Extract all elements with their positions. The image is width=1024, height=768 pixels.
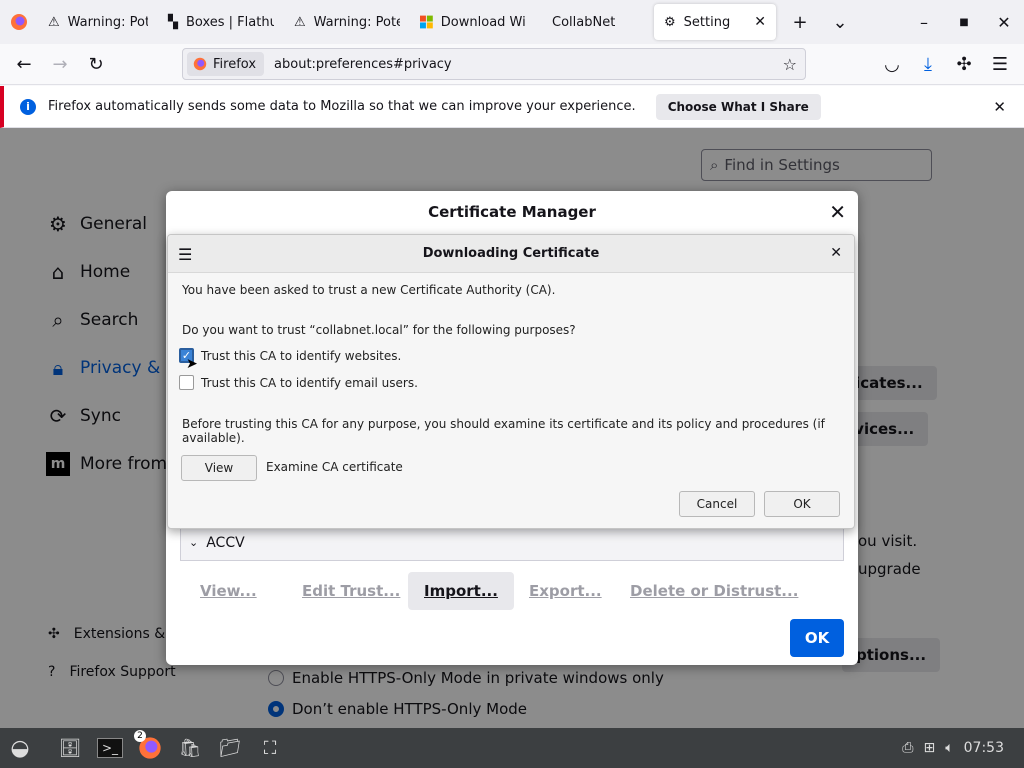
screenshot-button[interactable]: ⛶: [250, 728, 290, 768]
pocket-button[interactable]: ◡: [874, 46, 910, 82]
puzzle-icon: ✣: [956, 53, 972, 75]
window-count-badge: 2: [134, 730, 146, 742]
terminal-button[interactable]: >_: [90, 728, 130, 768]
archive-manager-button[interactable]: 📁︎: [210, 728, 250, 768]
minimize-icon: –: [920, 12, 928, 32]
list-all-tabs-button[interactable]: ⌄: [822, 4, 858, 40]
view-button[interactable]: View...: [184, 572, 273, 610]
tab-flathub[interactable]: ▚ Boxes | Flathu: [158, 0, 284, 44]
trust-email-option[interactable]: Trust this CA to identify email users.: [179, 375, 418, 390]
import-button[interactable]: Import...: [408, 572, 514, 610]
network-icon[interactable]: ⊞: [924, 740, 936, 756]
file-manager-button[interactable]: 🗄︎: [50, 728, 90, 768]
chevron-down-icon: ⌄: [832, 11, 848, 33]
screenshot-frame-icon: ⛶: [263, 737, 277, 759]
dialog-title: Certificate Manager: [428, 203, 596, 221]
hamburger-menu-icon: ☰: [991, 53, 1009, 75]
bookmark-star-icon[interactable]: ☆: [783, 55, 797, 74]
arrow-right-icon: →: [52, 53, 68, 75]
firefox-logo-icon: [193, 57, 207, 71]
app-menu-button[interactable]: ☰: [982, 46, 1018, 82]
tab-warning-1[interactable]: ⚠ Warning: Pote: [38, 0, 158, 44]
firefox-view-button[interactable]: [0, 0, 38, 44]
data-collection-notification: i Firefox automatically sends some data …: [0, 86, 1024, 128]
trust-websites-option[interactable]: ✓ Trust this CA to identify websites.: [179, 348, 401, 363]
taskbar: ◒ 🗄︎ >_ 2 🛍︎ 📁︎ ⛶ ⎙ ⊞ 🔈︎ 07:53: [0, 728, 1024, 768]
downloading-certificate-dialog: ☰ Downloading Certificate ✕ You have bee…: [167, 234, 855, 529]
dialog-titlebar: ☰ Downloading Certificate ✕: [168, 235, 854, 273]
advice-text: Before trusting this CA for any purpose,…: [182, 417, 825, 445]
new-tab-button[interactable]: +: [782, 4, 818, 40]
tree-row[interactable]: ⌄ ACCV: [180, 525, 844, 561]
url-text[interactable]: about:preferences#privacy: [274, 57, 452, 72]
close-icon: ✕: [997, 12, 1011, 32]
tab-download-windows[interactable]: Download Win: [410, 0, 536, 44]
download-icon: ⤓: [924, 53, 932, 75]
terminal-icon: >_: [96, 738, 124, 758]
warning-icon: ⚠: [294, 14, 306, 30]
dialog-title: Downloading Certificate: [422, 246, 600, 261]
arrow-left-icon: ←: [16, 53, 32, 75]
close-icon[interactable]: ✕: [829, 200, 846, 224]
trust-email-checkbox[interactable]: [179, 375, 194, 390]
info-icon: i: [20, 98, 36, 115]
chevron-down-icon: ⌄: [189, 536, 199, 549]
flathub-icon: ▚: [168, 14, 178, 30]
tab-settings[interactable]: ⚙ Settings ✕: [654, 4, 776, 40]
tab-collabnet[interactable]: CollabNet: [536, 0, 654, 44]
software-store-button[interactable]: 🛍︎: [170, 728, 210, 768]
navigation-toolbar: ← → ↻ Firefox about:preferences#privacy …: [0, 44, 1024, 85]
close-window-button[interactable]: ✕: [984, 0, 1024, 44]
cancel-button[interactable]: Cancel: [679, 491, 755, 517]
store-bag-icon: 🛍︎: [178, 737, 202, 759]
mouse-cursor-icon: ➤: [186, 356, 198, 372]
ok-button[interactable]: OK: [764, 491, 840, 517]
printer-icon[interactable]: ⎙: [902, 740, 913, 756]
delete-or-distrust-button[interactable]: Delete or Distrust...: [614, 572, 814, 610]
windows-logo-icon: [420, 15, 433, 29]
examine-ca-label: Examine CA certificate: [266, 460, 403, 474]
notification-message: Firefox automatically sends some data to…: [48, 99, 636, 114]
intro-text: You have been asked to trust a new Certi…: [182, 283, 556, 297]
close-icon[interactable]: ✕: [830, 245, 842, 261]
identity-box[interactable]: Firefox: [187, 52, 265, 76]
choose-what-i-share-button[interactable]: Choose What I Share: [655, 93, 821, 120]
volume-icon[interactable]: 🔈︎: [945, 740, 953, 756]
view-certificate-button[interactable]: View: [181, 455, 257, 481]
ok-button[interactable]: OK: [790, 619, 844, 657]
archive-icon: 📁︎: [218, 737, 242, 759]
downloads-button[interactable]: ⤓: [910, 46, 946, 82]
clock[interactable]: 07:53: [964, 740, 1004, 756]
edit-trust-button[interactable]: Edit Trust...: [286, 572, 416, 610]
maximize-button[interactable]: ■: [944, 0, 984, 44]
maximize-icon: ■: [959, 16, 969, 28]
forward-button[interactable]: →: [42, 46, 78, 82]
reload-button[interactable]: ↻: [78, 46, 114, 82]
url-bar[interactable]: Firefox about:preferences#privacy ☆: [182, 48, 806, 80]
reload-icon: ↻: [88, 53, 104, 75]
plus-icon: +: [792, 11, 808, 33]
pocket-icon: ◡: [884, 53, 900, 75]
tab-warning-2[interactable]: ⚠ Warning: Pote: [284, 0, 410, 44]
close-notification-icon[interactable]: ✕: [993, 98, 1006, 116]
tab-strip: ⚠ Warning: Pote ▚ Boxes | Flathu ⚠ Warni…: [0, 0, 1024, 44]
back-button[interactable]: ←: [6, 46, 42, 82]
launcher-icon: ◒: [10, 735, 30, 761]
warning-icon: ⚠: [48, 14, 60, 30]
minimize-button[interactable]: –: [904, 0, 944, 44]
export-button[interactable]: Export...: [513, 572, 618, 610]
close-tab-icon[interactable]: ✕: [754, 14, 766, 30]
firefox-logo-icon: [11, 14, 27, 30]
gear-icon: ⚙: [664, 14, 676, 30]
file-cabinet-icon: 🗄︎: [58, 737, 82, 759]
app-launcher-button[interactable]: ◒: [0, 728, 40, 768]
extensions-button[interactable]: ✣: [946, 46, 982, 82]
question-text: Do you want to trust “collabnet.local” f…: [182, 323, 576, 337]
